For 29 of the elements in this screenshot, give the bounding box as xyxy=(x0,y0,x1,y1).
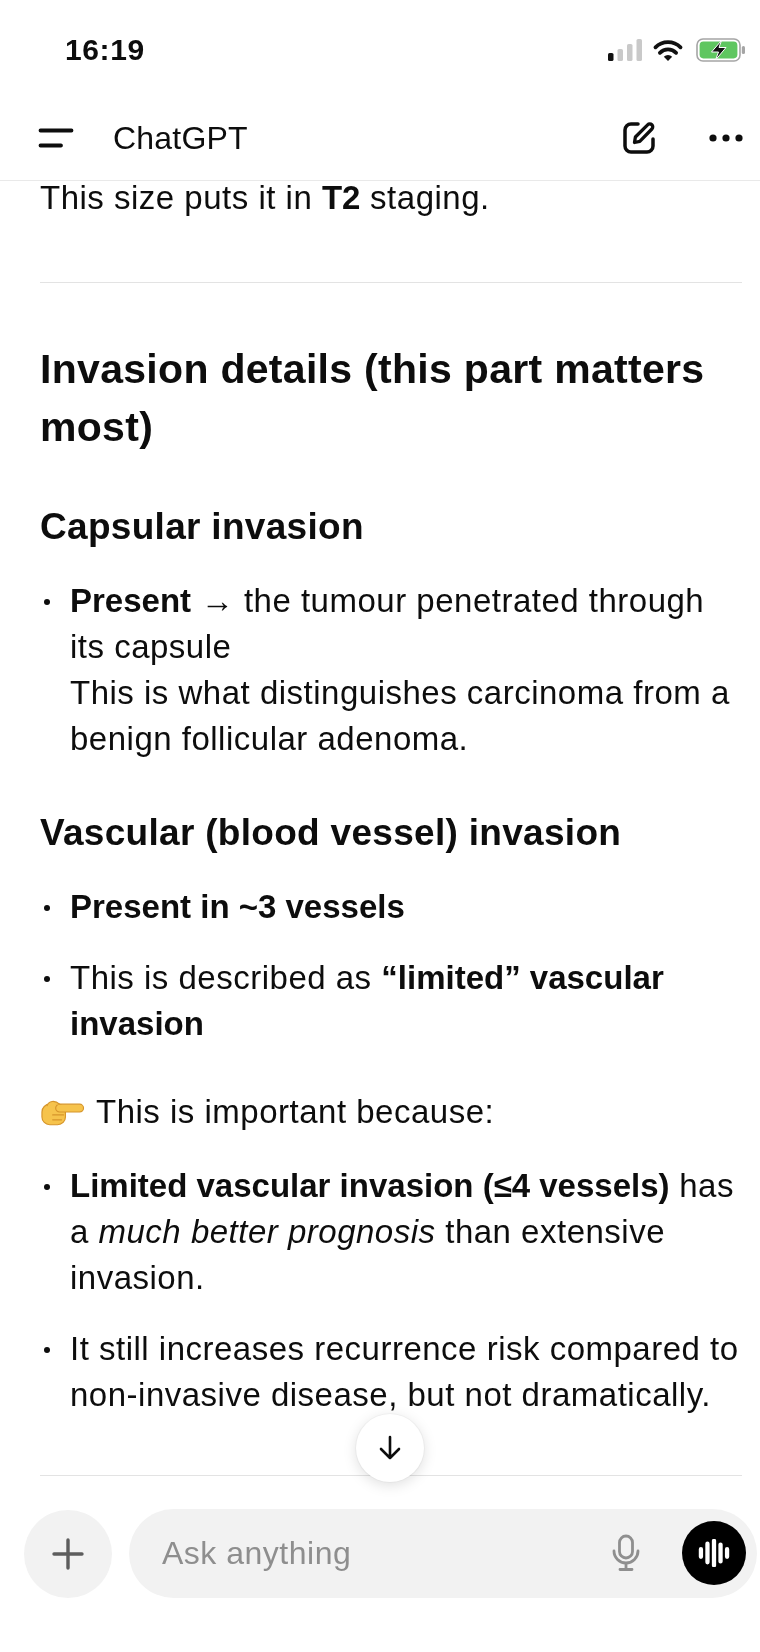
section-heading: Invasion details (this part matters most) xyxy=(40,345,706,452)
list-item-text: Present in ~3 vessels xyxy=(70,887,405,927)
bullet-icon xyxy=(44,599,50,605)
message-input[interactable]: Ask anything xyxy=(129,1509,757,1598)
bullet-icon xyxy=(44,1347,50,1353)
scroll-down-button[interactable] xyxy=(356,1414,424,1482)
list-item-text: Present → the tumour penetrated through its capsule This is what distinguishes carcinoma from a benign follicular adenoma. xyxy=(70,581,731,759)
bullet-icon xyxy=(44,905,50,911)
app-title: ChatGPT xyxy=(113,119,248,158)
battery-icon xyxy=(696,38,746,62)
wifi-icon xyxy=(651,38,685,62)
down-arrow-icon xyxy=(378,1435,402,1461)
list-item-text: This is described as “limited” vascular invasion xyxy=(70,958,665,1044)
signal-icon xyxy=(608,39,642,61)
edit-icon[interactable] xyxy=(621,120,657,156)
plus-icon xyxy=(52,1537,84,1570)
subsection-heading: Vascular (blood vessel) invasion xyxy=(40,811,623,855)
list-item-text: Limited vascular invasion (≤4 vessels) has a much better prognosis than extensive invasion. xyxy=(70,1166,735,1298)
status-time: 16:19 xyxy=(65,32,145,68)
callout-text: This is important because: xyxy=(96,1092,495,1132)
message-text: This size puts it in T2 staging. xyxy=(40,181,491,215)
waveform-icon xyxy=(698,1539,730,1567)
bullet-icon xyxy=(44,976,50,982)
list-item-text: It still increases recurrence risk compared to non-invasive disease, but not dramatically. xyxy=(70,1329,740,1415)
bullet-icon xyxy=(44,1184,50,1190)
microphone-icon[interactable] xyxy=(611,1534,641,1572)
more-icon[interactable] xyxy=(709,134,743,142)
subsection-heading: Capsular invasion xyxy=(40,505,365,549)
menu-icon[interactable] xyxy=(38,127,74,149)
